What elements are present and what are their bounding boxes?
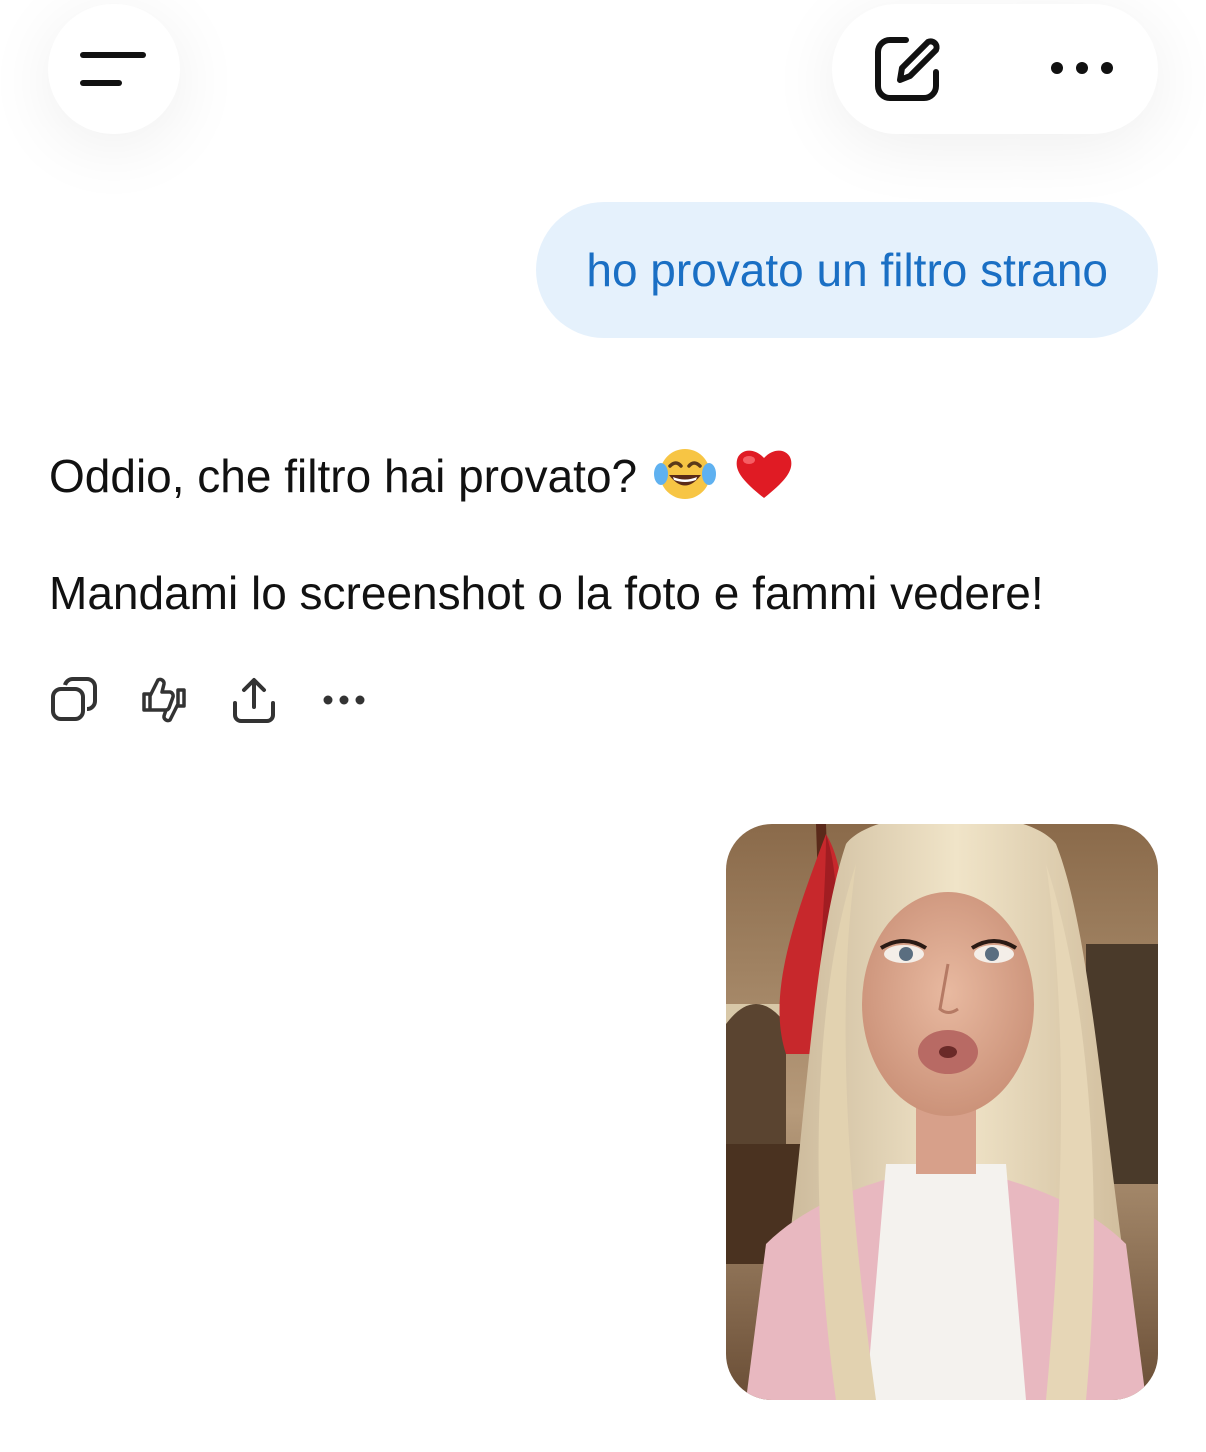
assistant-text-2: Mandami lo screenshot o la foto e fammi … (49, 567, 1044, 619)
photo-attachment[interactable] (726, 824, 1158, 1400)
edit-compose-icon (875, 37, 940, 101)
more-icon (323, 695, 365, 705)
chat-screen: ho provato un filtro strano Oddio, che f… (0, 0, 1206, 1452)
share-icon (233, 678, 275, 723)
copy-button[interactable] (42, 668, 106, 732)
copy-icon (51, 677, 97, 721)
user-message-bubble: ho provato un filtro strano (536, 202, 1158, 338)
thumbs-feedback-icon (142, 677, 186, 723)
assistant-text-1: Oddio, che filtro hai provato? (49, 450, 638, 502)
assistant-message-line: Mandami lo screenshot o la foto e fammi … (49, 566, 1044, 620)
feedback-button[interactable] (132, 668, 196, 732)
user-message-text: ho provato un filtro strano (586, 244, 1108, 296)
assistant-message-line: Oddio, che filtro hai provato? (49, 444, 795, 503)
menu-lines-icon (80, 52, 146, 86)
more-actions-button[interactable] (312, 668, 376, 732)
selfie-photo (726, 824, 1158, 1400)
options-button[interactable] (1034, 24, 1130, 112)
red-heart-emoji-icon (736, 450, 792, 498)
laughing-tears-emoji-icon (653, 449, 716, 499)
new-chat-button[interactable] (864, 24, 952, 112)
share-button[interactable] (222, 668, 286, 732)
more-horizontal-icon (1051, 62, 1113, 74)
menu-button[interactable] (48, 4, 180, 134)
